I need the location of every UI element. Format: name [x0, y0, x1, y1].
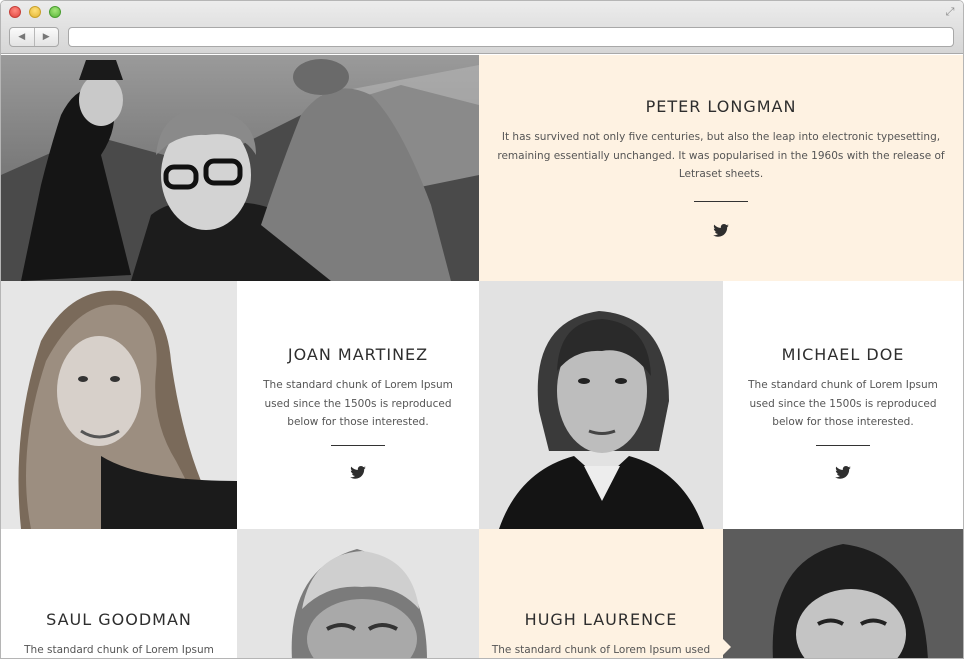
hugh-laurence-photo [723, 529, 963, 658]
bio-line: It has survived not only five centuries,… [501, 131, 941, 143]
back-button[interactable]: ◀ [10, 28, 34, 46]
close-window-button[interactable] [9, 6, 21, 18]
twitter-link[interactable] [350, 464, 366, 483]
twitter-icon [835, 465, 851, 479]
browser-window: ⤢ ◀ ▶ PETER LONGMAN It has survived not … [0, 0, 964, 659]
michael-doe-photo [479, 281, 723, 529]
member-bio: The standard chunk of Lorem Ipsum [24, 641, 214, 658]
browser-toolbar: ⤢ ◀ ▶ [1, 1, 963, 54]
divider [331, 444, 385, 446]
twitter-link[interactable] [713, 222, 729, 241]
member-name: PETER LONGMAN [645, 97, 797, 116]
address-bar[interactable] [68, 27, 954, 49]
member-bio: The standard chunk of Lorem Ipsum used s… [748, 376, 938, 432]
bio-line: The standard chunk of Lorem Ipsum [263, 379, 453, 391]
bio-line: below for those interested. [287, 416, 429, 428]
fullscreen-icon[interactable]: ⤢ [943, 5, 957, 19]
member-bio: It has survived not only five centuries,… [497, 128, 944, 184]
saul-goodman-card: SAUL GOODMAN The standard chunk of Lorem… [1, 529, 237, 658]
bio-line: used since the 1500s is reproduced [264, 397, 452, 410]
member-name: MICHAEL DOE [781, 345, 905, 364]
bio-line: Letraset sheets. [678, 168, 764, 180]
forward-button[interactable]: ▶ [33, 28, 59, 46]
saul-goodman-photo [237, 529, 479, 658]
peter-longman-card: PETER LONGMAN It has survived not only f… [479, 55, 963, 281]
bio-line: The standard chunk of Lorem Ipsum [24, 644, 214, 656]
member-bio: The standard chunk of Lorem Ipsum used s… [263, 376, 453, 432]
twitter-icon [713, 223, 729, 237]
divider [816, 444, 870, 446]
bio-line: used since the 1500s is reproduced [749, 397, 937, 410]
member-name: SAUL GOODMAN [46, 610, 192, 629]
bio-line: The standard chunk of Lorem Ipsum [748, 379, 938, 391]
michael-doe-card: MICHAEL DOE The standard chunk of Lorem … [723, 281, 963, 529]
joan-martinez-photo [1, 281, 237, 529]
member-name: HUGH LAURENCE [524, 610, 678, 629]
pointer-arrow [723, 639, 731, 655]
bio-line: below for those interested. [772, 416, 914, 428]
history-nav: ◀ ▶ [9, 27, 59, 47]
member-bio: The standard chunk of Lorem Ipsum used [491, 641, 711, 658]
twitter-link[interactable] [835, 464, 851, 483]
bio-line: The standard chunk of Lorem Ipsum used [491, 644, 711, 656]
team-grid: PETER LONGMAN It has survived not only f… [1, 55, 963, 658]
divider [694, 200, 748, 202]
url-input[interactable] [69, 31, 953, 49]
bio-line: remaining essentially unchanged. It was … [497, 149, 945, 162]
twitter-icon [350, 465, 366, 479]
hugh-laurence-card: HUGH LAURENCE The standard chunk of Lore… [479, 529, 723, 658]
peter-longman-photo [1, 55, 479, 281]
joan-martinez-card: JOAN MARTINEZ The standard chunk of Lore… [237, 281, 479, 529]
minimize-window-button[interactable] [29, 6, 41, 18]
member-name: JOAN MARTINEZ [287, 345, 429, 364]
maximize-window-button[interactable] [49, 6, 61, 18]
